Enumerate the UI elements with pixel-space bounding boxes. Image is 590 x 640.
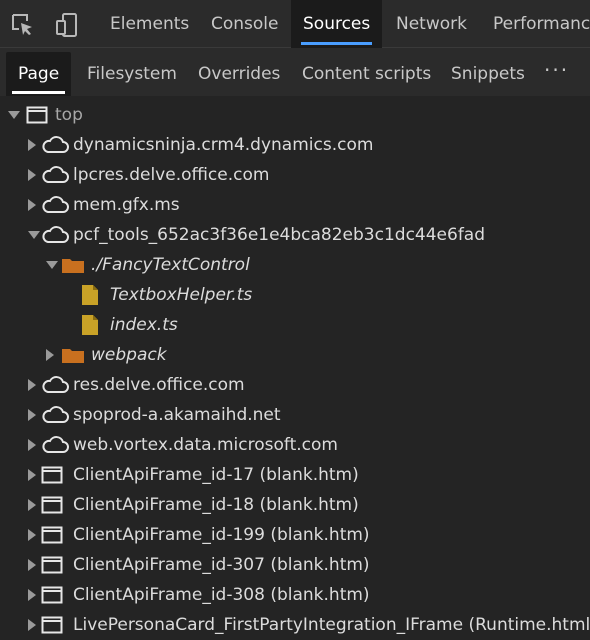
frame-icon bbox=[26, 106, 48, 124]
frame-icon bbox=[41, 496, 63, 514]
tree-item-label: ClientApiFrame_id-307 (blank.htm) bbox=[73, 555, 370, 575]
cloud-icon bbox=[42, 376, 69, 393]
tree-item[interactable]: ClientApiFrame_id-17 (blank.htm) bbox=[0, 460, 590, 490]
tree-item[interactable]: mem.gfx.ms bbox=[0, 190, 590, 220]
tree-item[interactable]: top bbox=[0, 100, 590, 130]
tree-item-label: ClientApiFrame_id-308 (blank.htm) bbox=[73, 585, 370, 605]
chevron-right-icon[interactable] bbox=[28, 559, 36, 571]
chevron-right-icon[interactable] bbox=[28, 379, 36, 391]
frame-icon bbox=[41, 526, 63, 544]
tree-item[interactable]: LivePersonaCard_FirstPartyIntegration_IF… bbox=[0, 610, 590, 640]
chevron-down-icon[interactable] bbox=[8, 111, 20, 119]
cloud-icon bbox=[42, 136, 69, 153]
tree-item[interactable]: dynamicsninja.crm4.dynamics.com bbox=[0, 130, 590, 160]
tree-item-label: mem.gfx.ms bbox=[73, 195, 180, 215]
devtools-toolbar: Elements Console Sources Network Perform… bbox=[0, 0, 590, 48]
chevron-down-icon[interactable] bbox=[28, 231, 40, 239]
chevron-right-icon[interactable] bbox=[46, 349, 54, 361]
tree-file-item[interactable]: TextboxHelper.ts bbox=[0, 280, 590, 310]
inspect-element-icon[interactable] bbox=[10, 12, 36, 38]
tree-item[interactable]: web.vortex.data.microsoft.com bbox=[0, 430, 590, 460]
subtab-filesystem[interactable]: Filesystem bbox=[75, 52, 189, 96]
navigator-tabs: Page Filesystem Overrides Content script… bbox=[0, 48, 590, 96]
tree-item-label: webpack bbox=[91, 345, 167, 365]
cloud-icon bbox=[42, 166, 69, 183]
tab-performance[interactable]: Performance bbox=[481, 0, 590, 48]
tree-item-label: top bbox=[55, 105, 83, 125]
more-tabs-button[interactable]: ··· bbox=[544, 48, 569, 96]
tab-elements[interactable]: Elements bbox=[98, 0, 201, 48]
tree-item-label: spoprod-a.akamaihd.net bbox=[73, 405, 281, 425]
tree-item[interactable]: ClientApiFrame_id-199 (blank.htm) bbox=[0, 520, 590, 550]
tree-item-label: dynamicsninja.crm4.dynamics.com bbox=[73, 135, 374, 155]
chevron-right-icon[interactable] bbox=[28, 529, 36, 541]
chevron-right-icon[interactable] bbox=[28, 199, 36, 211]
folder-icon bbox=[62, 349, 84, 363]
device-emulation-icon[interactable] bbox=[54, 12, 80, 38]
frame-icon bbox=[41, 466, 63, 484]
chevron-right-icon[interactable] bbox=[28, 589, 36, 601]
tree-item[interactable]: ClientApiFrame_id-307 (blank.htm) bbox=[0, 550, 590, 580]
folder-icon bbox=[62, 259, 84, 273]
tree-item-label: lpcres.delve.office.com bbox=[73, 165, 270, 185]
file-icon bbox=[82, 285, 98, 305]
cloud-icon bbox=[42, 196, 69, 213]
tree-item[interactable]: lpcres.delve.office.com bbox=[0, 160, 590, 190]
frame-icon bbox=[41, 586, 63, 604]
tab-sources[interactable]: Sources bbox=[291, 0, 383, 48]
tab-console[interactable]: Console bbox=[199, 0, 291, 48]
tree-item[interactable]: ./FancyTextControl bbox=[0, 250, 590, 280]
chevron-right-icon[interactable] bbox=[28, 409, 36, 421]
chevron-right-icon[interactable] bbox=[28, 439, 36, 451]
cloud-icon bbox=[42, 226, 69, 243]
tree-item[interactable]: webpack bbox=[0, 340, 590, 370]
subtab-snippets[interactable]: Snippets bbox=[439, 52, 537, 96]
frame-icon bbox=[41, 616, 63, 634]
tree-item-label: web.vortex.data.microsoft.com bbox=[73, 435, 338, 455]
tree-item-label: ClientApiFrame_id-18 (blank.htm) bbox=[73, 495, 359, 515]
tree-item[interactable]: ClientApiFrame_id-18 (blank.htm) bbox=[0, 490, 590, 520]
subtab-overrides[interactable]: Overrides bbox=[186, 52, 292, 96]
subtab-content-scripts[interactable]: Content scripts bbox=[290, 52, 443, 96]
chevron-right-icon[interactable] bbox=[28, 139, 36, 151]
tree-item[interactable]: res.delve.office.com bbox=[0, 370, 590, 400]
chevron-right-icon[interactable] bbox=[28, 469, 36, 481]
file-icon bbox=[82, 315, 98, 335]
tree-item-label: pcf_tools_652ac3f36e1e4bca82eb3c1dc44e6f… bbox=[73, 225, 486, 245]
file-tree: top dynamicsninja.crm4.dynamics.com lpcres… bbox=[0, 100, 590, 639]
frame-icon bbox=[41, 556, 63, 574]
tree-item-label: TextboxHelper.ts bbox=[110, 285, 253, 305]
tree-item-label: index.ts bbox=[110, 315, 178, 335]
chevron-right-icon[interactable] bbox=[28, 619, 36, 631]
tree-item-label: LivePersonaCard_FirstPartyIntegration_IF… bbox=[73, 615, 590, 635]
chevron-down-icon[interactable] bbox=[46, 261, 58, 269]
tree-item-label: ClientApiFrame_id-199 (blank.htm) bbox=[73, 525, 370, 545]
chevron-right-icon[interactable] bbox=[28, 169, 36, 181]
cloud-icon bbox=[42, 406, 69, 423]
tree-item[interactable]: spoprod-a.akamaihd.net bbox=[0, 400, 590, 430]
tree-item[interactable]: ClientApiFrame_id-308 (blank.htm) bbox=[0, 580, 590, 610]
tree-item[interactable]: pcf_tools_652ac3f36e1e4bca82eb3c1dc44e6f… bbox=[0, 220, 590, 250]
tree-item-label: ClientApiFrame_id-17 (blank.htm) bbox=[73, 465, 359, 485]
tree-item-label: ./FancyTextControl bbox=[91, 255, 250, 275]
subtab-page[interactable]: Page bbox=[6, 52, 72, 96]
tab-network[interactable]: Network bbox=[384, 0, 479, 48]
tree-file-item[interactable]: index.ts bbox=[0, 310, 590, 340]
tree-item-label: res.delve.office.com bbox=[73, 375, 245, 395]
chevron-right-icon[interactable] bbox=[28, 499, 36, 511]
cloud-icon bbox=[42, 436, 69, 453]
